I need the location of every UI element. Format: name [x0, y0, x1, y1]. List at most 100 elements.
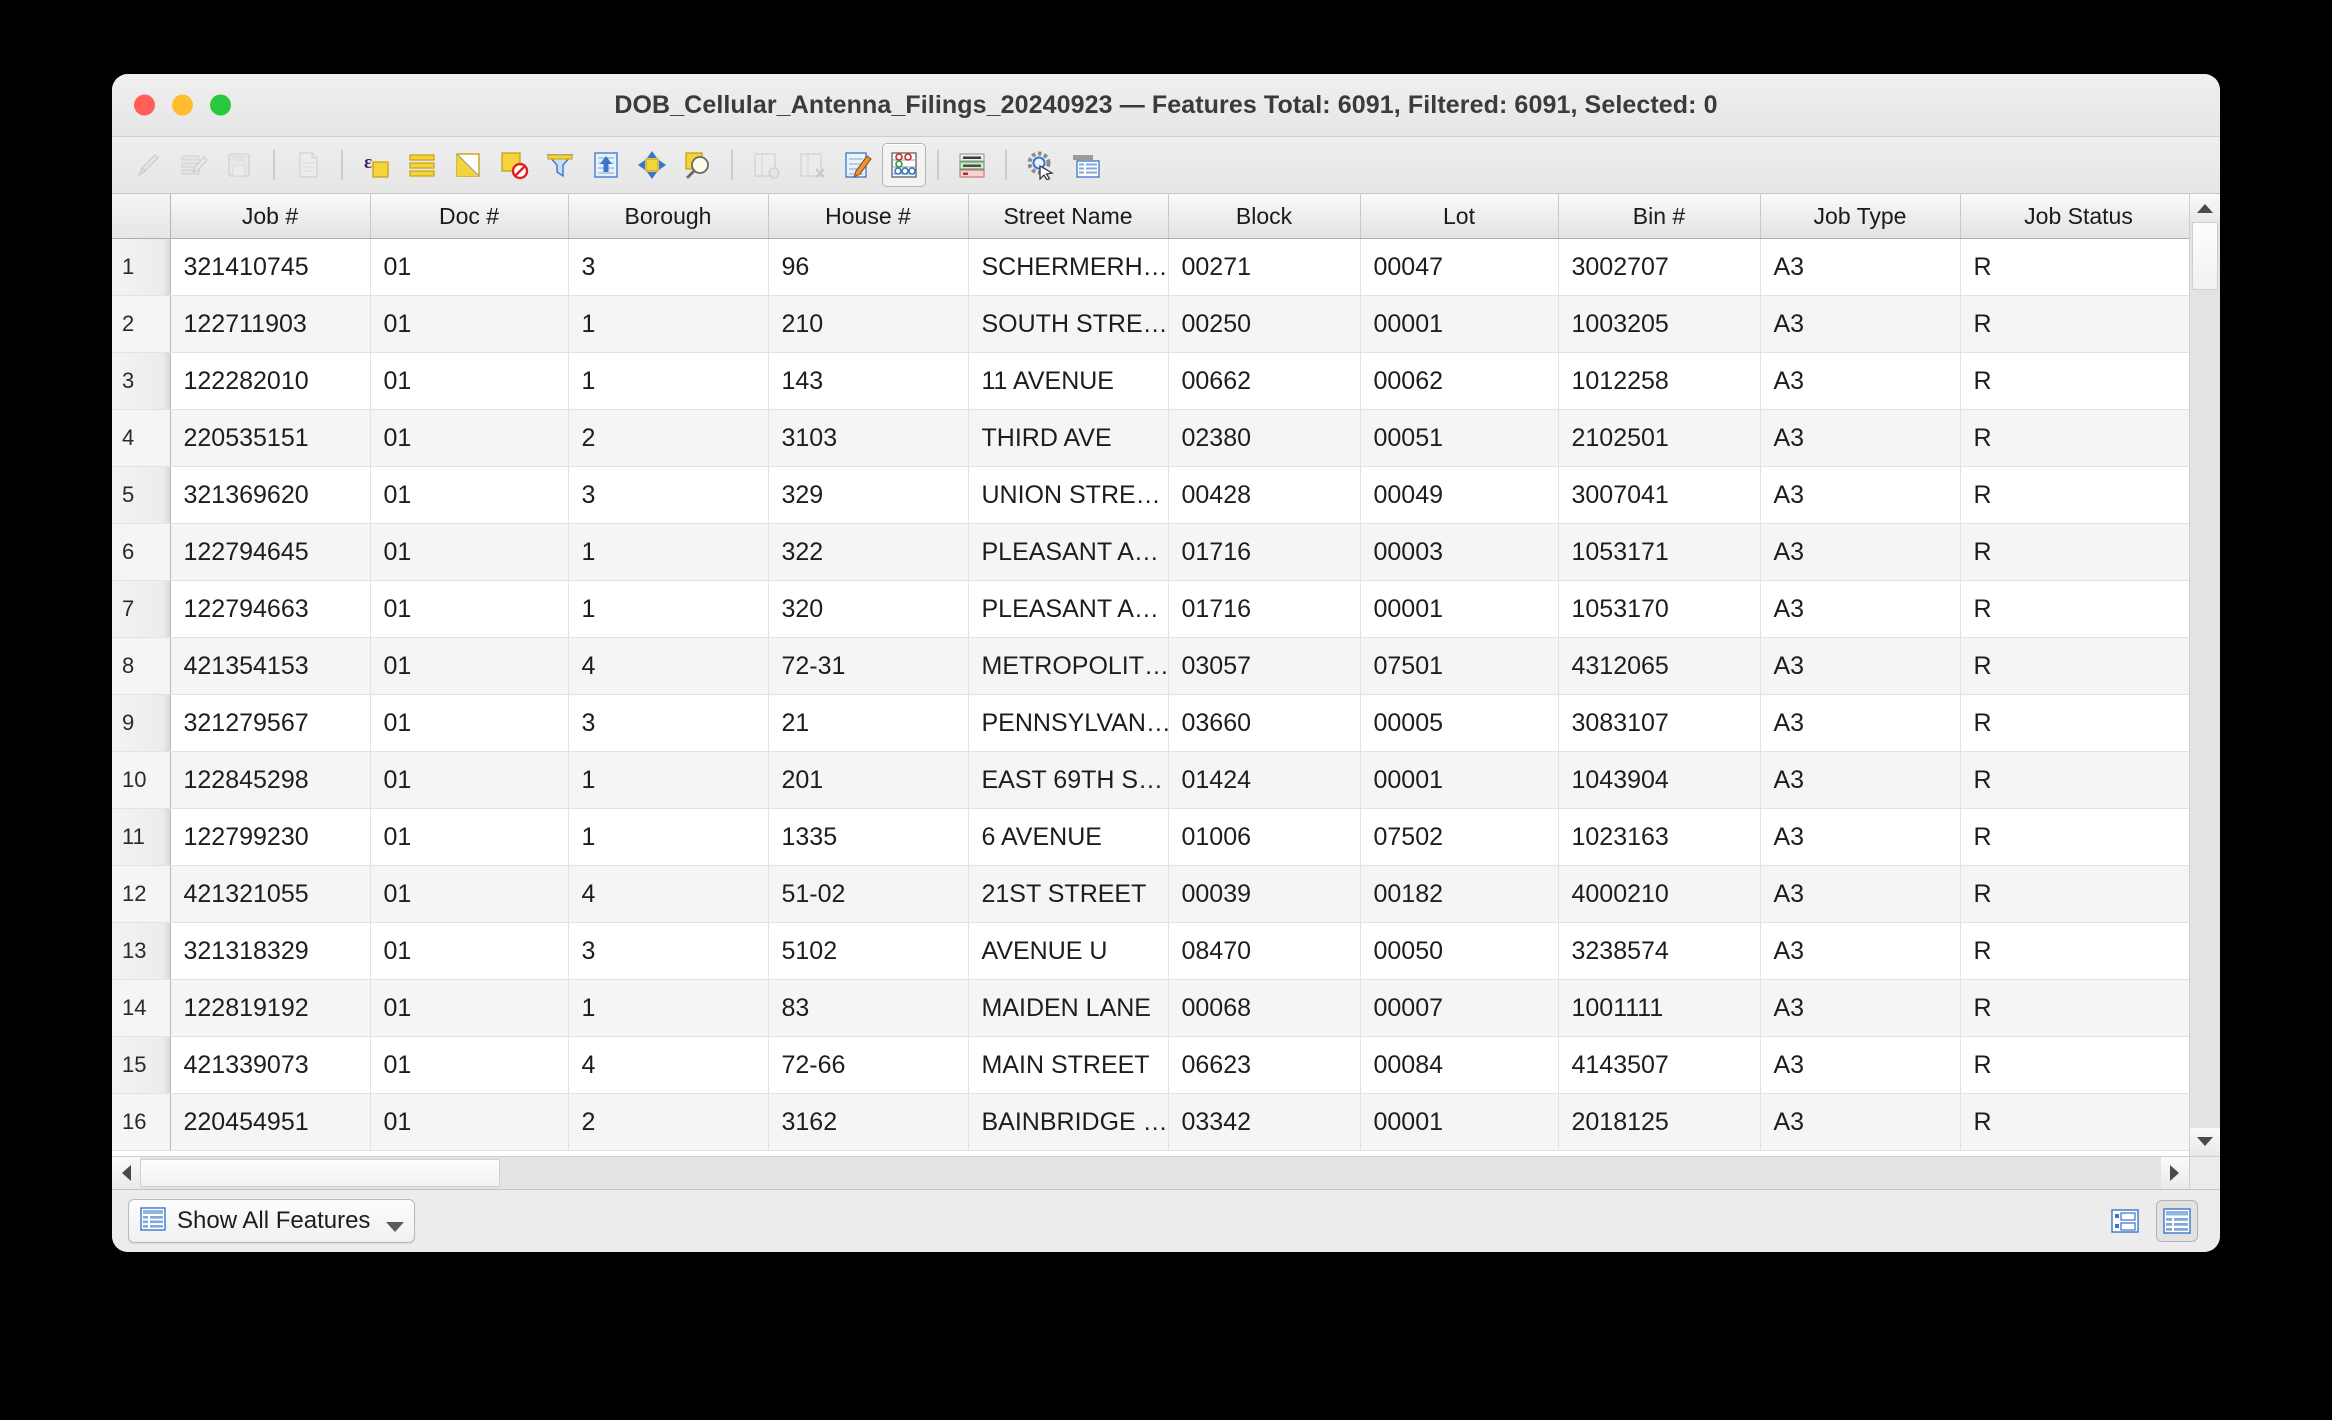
row-number-cell[interactable]: 10: [112, 752, 170, 809]
cell-job[interactable]: 122799230: [170, 809, 370, 866]
cell-job[interactable]: 122845298: [170, 752, 370, 809]
cell-lot[interactable]: 00047: [1360, 239, 1558, 296]
cell-bin[interactable]: 1053170: [1558, 581, 1760, 638]
cell-house[interactable]: 329: [768, 467, 968, 524]
cell-job[interactable]: 220454951: [170, 1094, 370, 1151]
cell-lot[interactable]: 00001: [1360, 296, 1558, 353]
cell-jobtype[interactable]: A3: [1760, 353, 1960, 410]
multi-edit-icon[interactable]: [172, 143, 216, 187]
cell-block[interactable]: 00271: [1168, 239, 1360, 296]
cell-job[interactable]: 122794645: [170, 524, 370, 581]
cell-lot[interactable]: 00001: [1360, 581, 1558, 638]
row-number-cell[interactable]: 12: [112, 866, 170, 923]
table-row[interactable]: 6122794645011322PLEASANT A…0171600003105…: [112, 524, 2189, 581]
column-header-bin[interactable]: Bin #: [1558, 194, 1760, 239]
close-button[interactable]: [134, 95, 155, 116]
deselect-all-icon[interactable]: [492, 143, 536, 187]
column-header-jobstat[interactable]: Job Status: [1960, 194, 2189, 239]
cell-bin[interactable]: 3083107: [1558, 695, 1760, 752]
invert-selection-icon[interactable]: [446, 143, 490, 187]
row-number-cell[interactable]: 13: [112, 923, 170, 980]
cell-block[interactable]: 03342: [1168, 1094, 1360, 1151]
cell-jobtype[interactable]: A3: [1760, 296, 1960, 353]
column-header-street[interactable]: Street Name: [968, 194, 1168, 239]
cell-house[interactable]: 3162: [768, 1094, 968, 1151]
scroll-left-icon[interactable]: [112, 1157, 140, 1189]
cell-doc[interactable]: 01: [370, 866, 568, 923]
cell-doc[interactable]: 01: [370, 353, 568, 410]
table-view-button[interactable]: [2156, 1200, 2198, 1242]
cell-lot[interactable]: 00051: [1360, 410, 1558, 467]
cell-doc[interactable]: 01: [370, 809, 568, 866]
delete-field-icon[interactable]: [790, 143, 834, 187]
cell-doc[interactable]: 01: [370, 581, 568, 638]
cell-block[interactable]: 08470: [1168, 923, 1360, 980]
cell-block[interactable]: 01716: [1168, 581, 1360, 638]
cell-block[interactable]: 01006: [1168, 809, 1360, 866]
cell-bin[interactable]: 1053171: [1558, 524, 1760, 581]
scroll-down-icon[interactable]: [2190, 1128, 2220, 1156]
cell-borough[interactable]: 4: [568, 1037, 768, 1094]
row-number-cell[interactable]: 14: [112, 980, 170, 1037]
cell-borough[interactable]: 3: [568, 239, 768, 296]
table-row[interactable]: 5321369620013329UNION STRE…0042800049300…: [112, 467, 2189, 524]
column-header-house[interactable]: House #: [768, 194, 968, 239]
cell-house[interactable]: 51-02: [768, 866, 968, 923]
cell-job[interactable]: 220535151: [170, 410, 370, 467]
cell-house[interactable]: 210: [768, 296, 968, 353]
vertical-scroll-thumb[interactable]: [2192, 222, 2218, 290]
select-all-icon[interactable]: [400, 143, 444, 187]
cell-jobtype[interactable]: A3: [1760, 524, 1960, 581]
cell-jobstat[interactable]: R: [1960, 296, 2189, 353]
cell-jobstat[interactable]: R: [1960, 980, 2189, 1037]
toggle-editing-icon[interactable]: [126, 143, 170, 187]
cell-job[interactable]: 122711903: [170, 296, 370, 353]
conditional-formatting-icon[interactable]: [950, 143, 994, 187]
scroll-right-icon[interactable]: [2161, 1157, 2189, 1189]
cell-jobstat[interactable]: R: [1960, 410, 2189, 467]
cell-lot[interactable]: 00001: [1360, 1094, 1558, 1151]
cell-doc[interactable]: 01: [370, 695, 568, 752]
cell-jobtype[interactable]: A3: [1760, 581, 1960, 638]
table-row[interactable]: 10122845298011201EAST 69TH S…01424000011…: [112, 752, 2189, 809]
cell-bin[interactable]: 1043904: [1558, 752, 1760, 809]
cell-doc[interactable]: 01: [370, 638, 568, 695]
save-edits-icon[interactable]: [218, 143, 262, 187]
cell-street[interactable]: PENNSYLVAN…: [968, 695, 1168, 752]
cell-doc[interactable]: 01: [370, 467, 568, 524]
cell-doc[interactable]: 01: [370, 239, 568, 296]
cell-jobtype[interactable]: A3: [1760, 1094, 1960, 1151]
cell-street[interactable]: PLEASANT A…: [968, 581, 1168, 638]
cell-bin[interactable]: 4143507: [1558, 1037, 1760, 1094]
cell-jobstat[interactable]: R: [1960, 1094, 2189, 1151]
table-row[interactable]: 132141074501396SCHERMERH…002710004730027…: [112, 239, 2189, 296]
cell-street[interactable]: BAINBRIDGE …: [968, 1094, 1168, 1151]
cell-jobstat[interactable]: R: [1960, 353, 2189, 410]
cell-borough[interactable]: 1: [568, 296, 768, 353]
column-header-job[interactable]: Job #: [170, 194, 370, 239]
cell-borough[interactable]: 1: [568, 524, 768, 581]
cell-jobstat[interactable]: R: [1960, 866, 2189, 923]
cell-house[interactable]: 72-31: [768, 638, 968, 695]
cell-street[interactable]: MAIN STREET: [968, 1037, 1168, 1094]
cell-lot[interactable]: 00050: [1360, 923, 1558, 980]
cell-bin[interactable]: 1023163: [1558, 809, 1760, 866]
table-row[interactable]: 1412281919201183MAIDEN LANE0006800007100…: [112, 980, 2189, 1037]
cell-street[interactable]: SOUTH STRE…: [968, 296, 1168, 353]
table-row[interactable]: 42205351510123103THIRD AVE02380000512102…: [112, 410, 2189, 467]
cell-street[interactable]: SCHERMERH…: [968, 239, 1168, 296]
column-header-doc[interactable]: Doc #: [370, 194, 568, 239]
cell-jobstat[interactable]: R: [1960, 695, 2189, 752]
cell-street[interactable]: EAST 69TH S…: [968, 752, 1168, 809]
zoom-map-to-selection-icon[interactable]: [676, 143, 720, 187]
cell-lot[interactable]: 00182: [1360, 866, 1558, 923]
cell-jobstat[interactable]: R: [1960, 524, 2189, 581]
row-number-cell[interactable]: 16: [112, 1094, 170, 1151]
cell-borough[interactable]: 3: [568, 467, 768, 524]
maximize-button[interactable]: [210, 95, 231, 116]
cell-house[interactable]: 3103: [768, 410, 968, 467]
row-number-cell[interactable]: 9: [112, 695, 170, 752]
cell-block[interactable]: 03660: [1168, 695, 1360, 752]
cell-bin[interactable]: 1001111: [1558, 980, 1760, 1037]
cell-house[interactable]: 320: [768, 581, 968, 638]
